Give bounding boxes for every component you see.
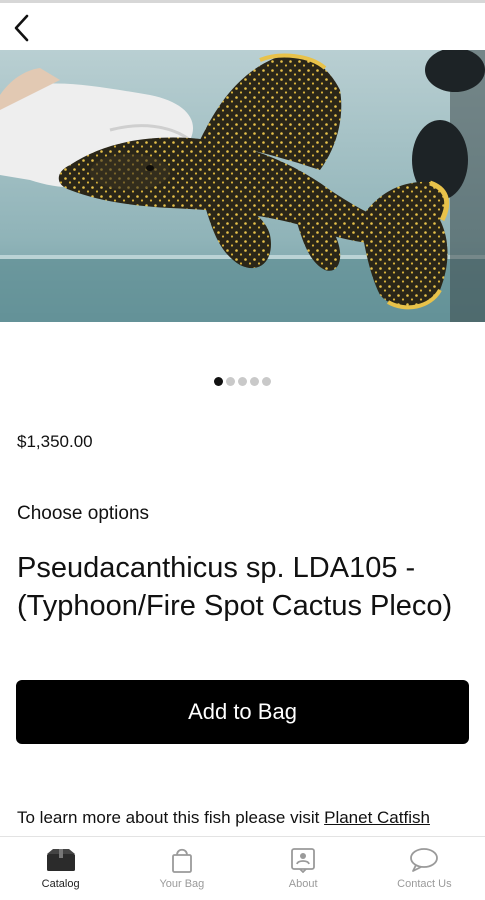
pager-dot[interactable] xyxy=(214,377,223,386)
product-price: $1,350.00 xyxy=(17,432,93,451)
bag-icon xyxy=(171,848,192,873)
product-title: Pseudacanthicus sp. LDA105 - (Typhoon/Fi… xyxy=(17,552,453,622)
product-description: To learn more about this fish please vis… xyxy=(17,806,477,836)
catalog-icon xyxy=(46,849,75,871)
tab-label: About xyxy=(288,878,318,890)
planet-catfish-link[interactable]: Planet Catfish xyxy=(324,808,430,827)
tab-contact-us[interactable]: Contact Us xyxy=(364,837,485,900)
status-edge xyxy=(0,0,485,3)
product-image[interactable] xyxy=(0,50,485,322)
description-text: To learn more about this fish please vis… xyxy=(17,808,325,827)
pager-dot[interactable] xyxy=(238,377,247,386)
choose-options-label[interactable]: Choose options xyxy=(17,503,149,525)
pager-dot[interactable] xyxy=(226,377,235,386)
chevron-left-icon xyxy=(14,14,29,42)
tab-label: Contact Us xyxy=(397,878,452,890)
about-icon xyxy=(291,848,316,873)
tab-label: Your Bag xyxy=(159,878,205,890)
tab-about[interactable]: About xyxy=(243,837,364,900)
tab-catalog[interactable]: Catalog xyxy=(0,837,121,900)
add-to-bag-button[interactable]: Add to Bag xyxy=(16,680,469,744)
tab-your-bag[interactable]: Your Bag xyxy=(121,837,242,900)
image-pager[interactable] xyxy=(0,377,485,386)
back-button[interactable] xyxy=(6,10,38,46)
pager-dot[interactable] xyxy=(250,377,259,386)
chat-icon xyxy=(410,848,439,872)
tab-label: Catalog xyxy=(41,878,80,890)
pager-dot[interactable] xyxy=(262,377,271,386)
bottom-tab-bar: Catalog Your Bag About Contact Us xyxy=(0,836,485,900)
